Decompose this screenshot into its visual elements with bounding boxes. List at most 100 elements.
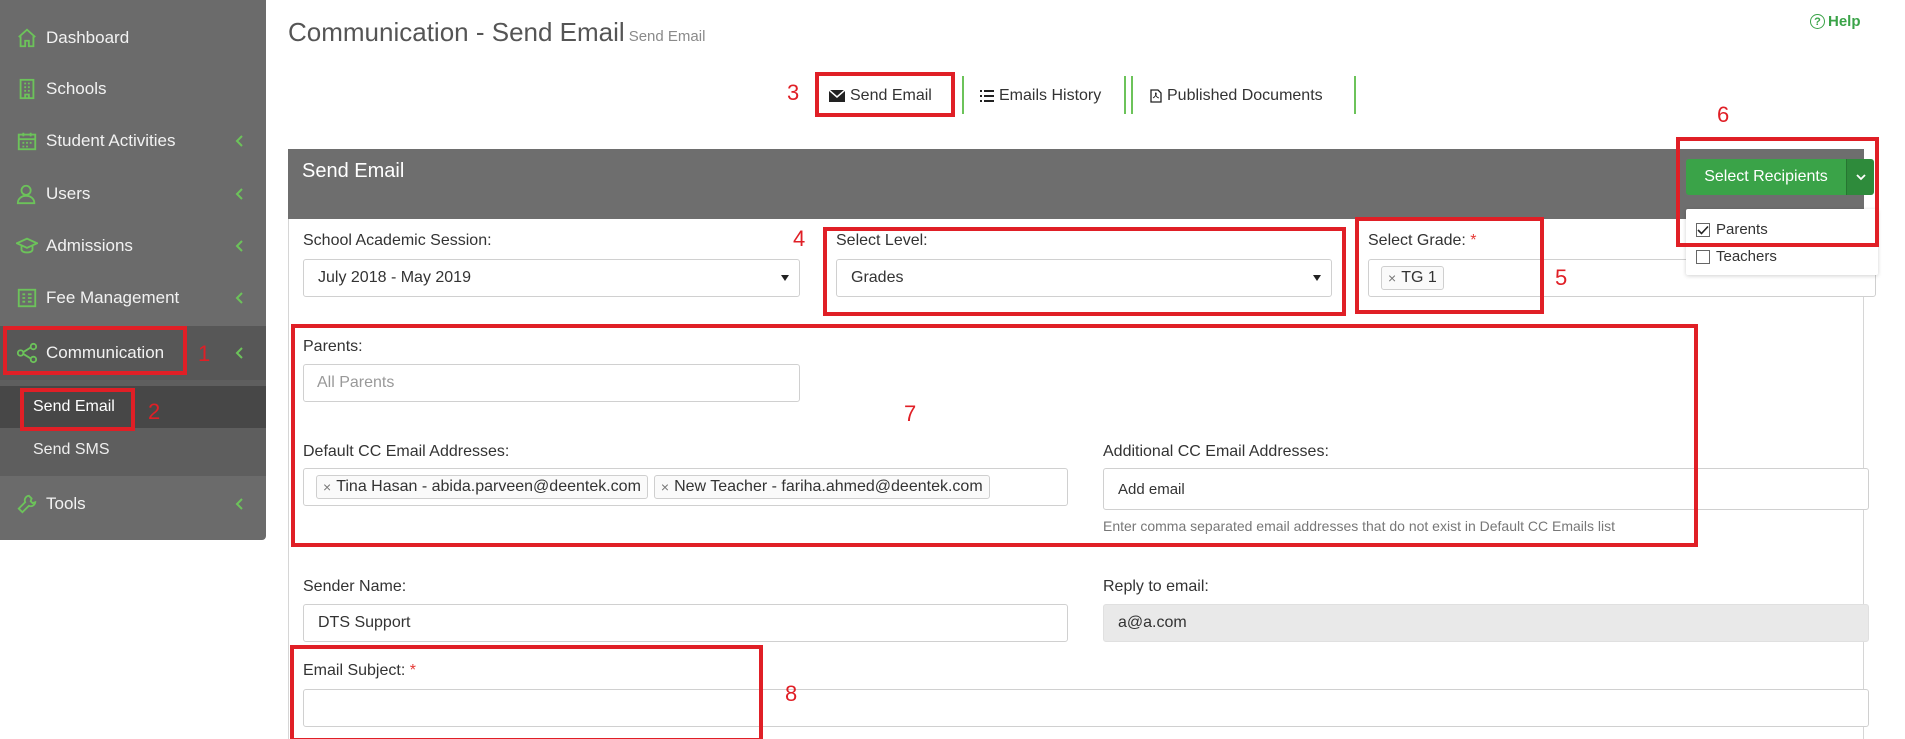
- session-value: July 2018 - May 2019: [318, 269, 471, 286]
- sidebar-item-label: Schools: [46, 79, 107, 98]
- help-link[interactable]: ? Help: [1810, 13, 1861, 30]
- tab-divider: [962, 76, 964, 114]
- recipients-dropdown: Parents Teachers: [1686, 209, 1878, 275]
- remove-tag-icon[interactable]: ×: [323, 479, 331, 495]
- sidebar-item-student-activities[interactable]: Student Activities: [0, 117, 266, 165]
- panel-title: Send Email: [302, 160, 405, 182]
- sidebar-item-dashboard[interactable]: Dashboard: [0, 14, 266, 62]
- grade-tag[interactable]: × TG 1: [1381, 266, 1444, 290]
- select-recipients-toggle[interactable]: [1846, 159, 1874, 195]
- default-cc-multiselect[interactable]: × Tina Hasan - abida.parveen@deentek.com …: [303, 468, 1068, 506]
- sidebar-item-label: Fee Management: [46, 288, 180, 307]
- level-select[interactable]: Grades: [836, 259, 1332, 297]
- option-label: Parents: [1716, 221, 1768, 238]
- reply-label: Reply to email:: [1103, 578, 1209, 595]
- subject-input[interactable]: [303, 689, 1869, 727]
- sidebar-item-label: Admissions: [46, 236, 133, 255]
- sidebar-item-fee-management[interactable]: Fee Management: [0, 274, 266, 322]
- annotation-number-4: 4: [793, 226, 806, 251]
- sidebar-item-communication[interactable]: Communication: [0, 326, 266, 380]
- tab-label: Published Documents: [1167, 87, 1323, 104]
- sidebar-item-users[interactable]: Users: [0, 170, 266, 218]
- additional-cc-label: Additional CC Email Addresses:: [1103, 443, 1329, 460]
- sidebar-subitem-send-email[interactable]: Send Email: [0, 386, 266, 428]
- remove-tag-icon[interactable]: ×: [1388, 270, 1396, 286]
- sidebar-item-label: Student Activities: [46, 131, 176, 150]
- remove-tag-icon[interactable]: ×: [661, 479, 669, 495]
- checkbox-icon[interactable]: [1696, 249, 1710, 264]
- calendar-icon: [16, 130, 38, 152]
- annotation-number-3: 3: [787, 80, 800, 105]
- additional-cc-placeholder: Add email: [1118, 480, 1185, 498]
- sidebar-item-label: Dashboard: [46, 28, 130, 47]
- recipient-option-teachers[interactable]: Teachers: [1696, 248, 1777, 265]
- select-recipients-button[interactable]: Select Recipients: [1686, 159, 1846, 195]
- grade-label-text: Select Grade:: [1368, 232, 1466, 249]
- session-label: School Academic Session:: [303, 232, 492, 249]
- tab-label: Send Email: [850, 87, 932, 104]
- help-label: Help: [1828, 13, 1861, 30]
- select-recipients-label: Select Recipients: [1704, 168, 1828, 185]
- recipient-option-parents[interactable]: Parents: [1696, 221, 1768, 238]
- additional-cc-input[interactable]: Add email: [1103, 468, 1869, 510]
- share-icon: [16, 342, 38, 364]
- session-select[interactable]: July 2018 - May 2019: [303, 259, 800, 297]
- annotation-number-5: 5: [1555, 265, 1568, 290]
- required-marker: *: [1470, 232, 1477, 249]
- chevron-left-icon: [235, 347, 243, 359]
- chevron-down-icon: [1855, 173, 1866, 180]
- parents-label: Parents:: [303, 338, 363, 355]
- chevron-left-icon: [235, 135, 243, 147]
- cc-tag[interactable]: × Tina Hasan - abida.parveen@deentek.com: [316, 475, 648, 499]
- caret-down-icon: [781, 275, 789, 281]
- sidebar-item-tools[interactable]: Tools: [0, 480, 266, 528]
- default-cc-label: Default CC Email Addresses:: [303, 443, 510, 460]
- tab-send-email[interactable]: Send Email: [817, 78, 944, 114]
- panel-header: [288, 149, 1864, 219]
- parents-input[interactable]: All Parents: [303, 364, 800, 402]
- sender-input[interactable]: DTS Support: [303, 604, 1068, 642]
- chevron-left-icon: [235, 292, 243, 304]
- user-icon: [16, 183, 38, 205]
- file-pdf-icon: [1150, 89, 1162, 103]
- question-circle-icon: ?: [1810, 14, 1825, 29]
- required-marker: *: [409, 662, 416, 679]
- sidebar-item-label: Users: [46, 184, 91, 203]
- sidebar-item-schools[interactable]: Schools: [0, 65, 266, 113]
- level-value: Grades: [851, 269, 904, 286]
- graduation-cap-icon: [16, 235, 38, 257]
- subject-label-text: Email Subject:: [303, 662, 406, 679]
- sidebar-item-label: Tools: [46, 494, 86, 513]
- caret-down-icon: [1313, 275, 1321, 281]
- cc-tag[interactable]: × New Teacher - fariha.ahmed@deentek.com: [653, 475, 990, 499]
- page-subtitle: Send Email: [628, 28, 706, 45]
- sidebar: Dashboard Schools Student Activities Use…: [0, 0, 266, 540]
- sidebar-item-label: Communication: [46, 343, 165, 362]
- tab-label: Emails History: [999, 87, 1102, 104]
- sidebar-item-admissions[interactable]: Admissions: [0, 222, 266, 270]
- home-icon: [16, 27, 38, 49]
- envelope-icon: [829, 90, 845, 102]
- annotation-number-8: 8: [785, 681, 798, 706]
- chevron-left-icon: [235, 498, 243, 510]
- wrench-icon: [16, 493, 38, 515]
- subject-label: Email Subject: *: [303, 662, 416, 680]
- checkbox-checked-icon[interactable]: [1696, 222, 1710, 237]
- chevron-left-icon: [235, 188, 243, 200]
- tab-emails-history[interactable]: Emails History: [968, 78, 1113, 114]
- sender-value: DTS Support: [318, 614, 411, 631]
- tag-label: TG 1: [1401, 269, 1437, 286]
- fee-grid-icon: [16, 287, 38, 309]
- sidebar-subitem-label: Send SMS: [33, 441, 110, 458]
- tag-label: New Teacher - fariha.ahmed@deentek.com: [674, 478, 983, 495]
- page-title-text: Communication - Send Email: [288, 17, 625, 47]
- sender-label: Sender Name:: [303, 578, 407, 595]
- tab-divider: [1124, 76, 1126, 114]
- tab-divider: [1354, 76, 1356, 114]
- reply-value: a@a.com: [1118, 614, 1187, 631]
- sidebar-subitem-send-sms[interactable]: Send SMS: [0, 429, 266, 471]
- page-title: Communication - Send Email Send Email: [288, 17, 705, 48]
- sidebar-subitem-label: Send Email: [33, 398, 115, 415]
- tab-published-documents[interactable]: Published Documents: [1138, 78, 1335, 114]
- annotation-number-7: 7: [904, 401, 917, 426]
